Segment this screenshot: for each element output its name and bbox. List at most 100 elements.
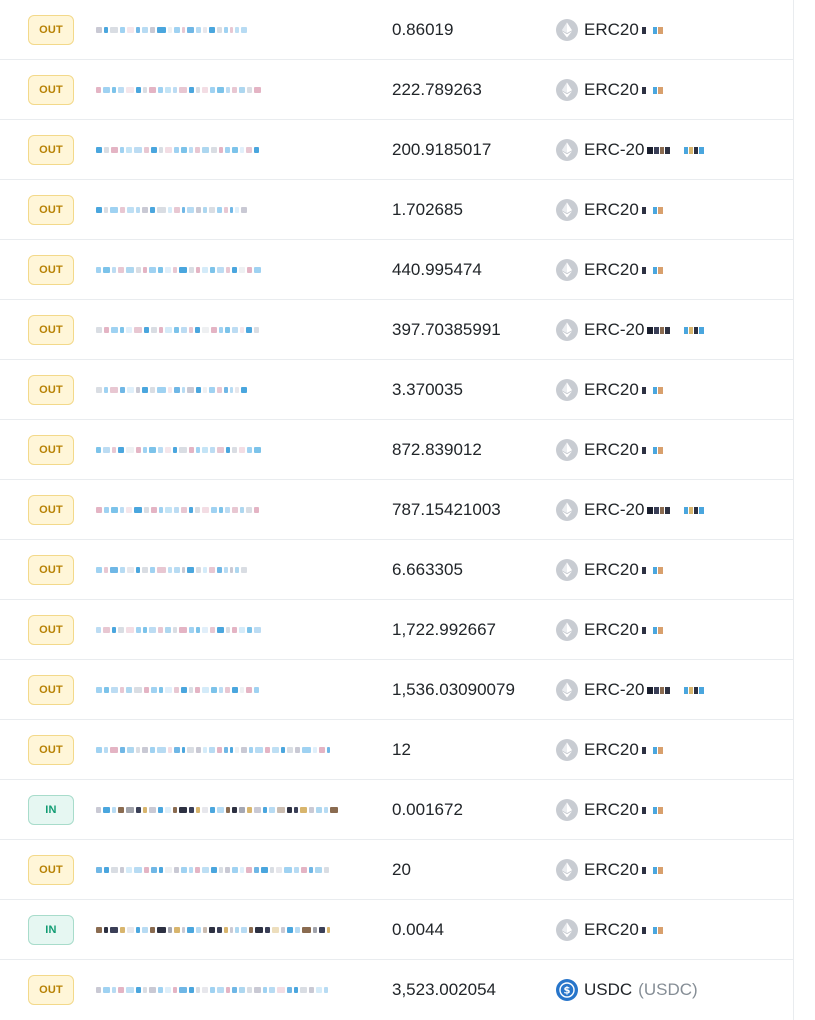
token-cell[interactable]: ERC20 bbox=[556, 60, 664, 120]
table-row[interactable]: OUT 1,722.992667 ERC20 bbox=[0, 600, 793, 660]
token-name-redacted bbox=[641, 206, 664, 214]
table-row[interactable]: OUT 872.839012 ERC20 bbox=[0, 420, 793, 480]
ethereum-icon bbox=[556, 19, 578, 41]
transaction-hash-link[interactable] bbox=[96, 804, 340, 816]
table-row[interactable]: OUT 1.702685 ERC20 bbox=[0, 180, 793, 240]
transaction-hash-link[interactable] bbox=[96, 864, 331, 876]
transactions-table: OUT 0.86019 ERC20 OUT 222.789263 ERC20 OUT 200.… bbox=[0, 0, 794, 1020]
table-row[interactable]: OUT 6.663305 ERC20 bbox=[0, 540, 793, 600]
token-name-redacted bbox=[647, 686, 705, 694]
token-name-redacted bbox=[641, 626, 664, 634]
ethereum-icon bbox=[556, 799, 578, 821]
token-cell[interactable]: ERC20 bbox=[556, 840, 664, 900]
token-cell[interactable]: ERC20 bbox=[556, 240, 664, 300]
token-cell[interactable]: ERC20 bbox=[556, 0, 664, 60]
token-cell[interactable]: ERC-20 bbox=[556, 120, 705, 180]
table-row[interactable]: OUT 3,523.002054 $ USDC (USDC) bbox=[0, 960, 793, 1020]
transaction-hash-link[interactable] bbox=[96, 264, 263, 276]
token-cell[interactable]: ERC-20 bbox=[556, 480, 705, 540]
token-standard-label: ERC-20 bbox=[584, 680, 645, 699]
transaction-hash-link[interactable] bbox=[96, 624, 263, 636]
direction-badge: IN bbox=[28, 915, 74, 945]
token-cell[interactable]: ERC20 bbox=[556, 540, 664, 600]
transfer-amount: 20 bbox=[392, 860, 411, 879]
transfer-amount: 3.370035 bbox=[392, 380, 463, 399]
token-cell[interactable]: ERC-20 bbox=[556, 660, 705, 720]
token-cell[interactable]: ERC20 bbox=[556, 600, 664, 660]
ethereum-icon bbox=[556, 919, 578, 941]
transaction-hash-link[interactable] bbox=[96, 564, 249, 576]
transaction-hash-link[interactable] bbox=[96, 144, 261, 156]
ethereum-icon bbox=[556, 79, 578, 101]
token-standard-label: ERC20 bbox=[584, 560, 639, 579]
table-row[interactable]: IN 0.001672 ERC20 bbox=[0, 780, 793, 840]
transfer-amount: 200.9185017 bbox=[392, 140, 492, 159]
token-cell[interactable]: ERC20 bbox=[556, 900, 664, 960]
table-row[interactable]: OUT 440.995474 ERC20 bbox=[0, 240, 793, 300]
direction-badge: OUT bbox=[28, 15, 74, 45]
table-row[interactable]: OUT 0.86019 ERC20 bbox=[0, 0, 793, 60]
direction-badge: OUT bbox=[28, 255, 74, 285]
transaction-hash-link[interactable] bbox=[96, 204, 249, 216]
token-name-redacted bbox=[641, 386, 664, 394]
transaction-hash-link[interactable] bbox=[96, 384, 249, 396]
token-cell[interactable]: ERC20 bbox=[556, 180, 664, 240]
ethereum-icon bbox=[556, 679, 578, 701]
table-row[interactable]: OUT 200.9185017 ERC-20 bbox=[0, 120, 793, 180]
ethereum-icon bbox=[556, 259, 578, 281]
table-row[interactable]: OUT 12 ERC20 bbox=[0, 720, 793, 780]
token-cell[interactable]: ERC-20 bbox=[556, 300, 705, 360]
table-row[interactable]: IN 0.0044 ERC20 bbox=[0, 900, 793, 960]
transaction-hash-link[interactable] bbox=[96, 444, 263, 456]
ethereum-icon bbox=[556, 739, 578, 761]
ethereum-icon bbox=[556, 319, 578, 341]
token-standard-label: ERC20 bbox=[584, 80, 639, 99]
token-cell[interactable]: ERC20 bbox=[556, 720, 664, 780]
transfer-amount: 1.702685 bbox=[392, 200, 463, 219]
table-row[interactable]: OUT 787.15421003 ERC-20 bbox=[0, 480, 793, 540]
token-standard-label: ERC20 bbox=[584, 800, 639, 819]
transfer-amount: 0.001672 bbox=[392, 800, 463, 819]
transaction-hash-link[interactable] bbox=[96, 744, 332, 756]
token-name-redacted bbox=[647, 506, 705, 514]
token-standard-label: ERC20 bbox=[584, 200, 639, 219]
transfer-amount: 1,536.03090079 bbox=[392, 680, 515, 699]
direction-badge: OUT bbox=[28, 315, 74, 345]
usdc-icon: $ bbox=[556, 979, 578, 1001]
table-row[interactable]: OUT 222.789263 ERC20 bbox=[0, 60, 793, 120]
direction-badge: OUT bbox=[28, 195, 74, 225]
token-name-redacted bbox=[641, 86, 664, 94]
transaction-hash-link[interactable] bbox=[96, 504, 261, 516]
table-row[interactable]: OUT 1,536.03090079 ERC-20 bbox=[0, 660, 793, 720]
ethereum-icon bbox=[556, 859, 578, 881]
token-cell[interactable]: ERC20 bbox=[556, 780, 664, 840]
token-standard-label: ERC20 bbox=[584, 740, 639, 759]
transaction-hash-link[interactable] bbox=[96, 24, 249, 36]
direction-badge: OUT bbox=[28, 735, 74, 765]
table-row[interactable]: OUT 3.370035 ERC20 bbox=[0, 360, 793, 420]
token-cell[interactable]: ERC20 bbox=[556, 420, 664, 480]
table-row[interactable]: OUT 397.70385991 ERC-20 bbox=[0, 300, 793, 360]
token-cell[interactable]: ERC20 bbox=[556, 360, 664, 420]
transaction-hash-link[interactable] bbox=[96, 924, 332, 936]
token-name-redacted bbox=[641, 26, 664, 34]
transaction-hash-link[interactable] bbox=[96, 84, 263, 96]
ethereum-icon bbox=[556, 439, 578, 461]
direction-badge: OUT bbox=[28, 615, 74, 645]
token-standard-label: ERC20 bbox=[584, 260, 639, 279]
direction-badge: IN bbox=[28, 795, 74, 825]
transfer-amount: 222.789263 bbox=[392, 80, 482, 99]
token-standard-label: ERC-20 bbox=[584, 500, 645, 519]
direction-badge: OUT bbox=[28, 135, 74, 165]
token-cell[interactable]: $ USDC (USDC) bbox=[556, 960, 698, 1020]
ethereum-icon bbox=[556, 619, 578, 641]
transfer-amount: 6.663305 bbox=[392, 560, 463, 579]
token-standard-label: ERC20 bbox=[584, 620, 639, 639]
ethereum-icon bbox=[556, 499, 578, 521]
token-name-redacted bbox=[641, 446, 664, 454]
table-row[interactable]: OUT 20 ERC20 bbox=[0, 840, 793, 900]
transaction-hash-link[interactable] bbox=[96, 324, 261, 336]
transaction-hash-link[interactable] bbox=[96, 984, 330, 996]
token-name-redacted bbox=[641, 266, 664, 274]
transaction-hash-link[interactable] bbox=[96, 684, 261, 696]
